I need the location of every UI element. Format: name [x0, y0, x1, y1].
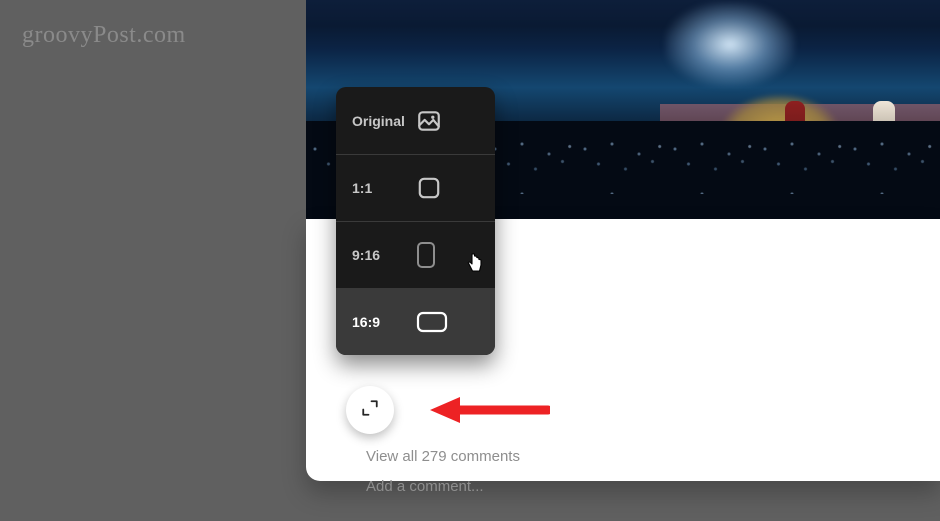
add-comment-input[interactable]: Add a comment...: [366, 478, 484, 495]
aspect-option-label: Original: [352, 113, 416, 129]
aspect-option-original[interactable]: Original: [336, 87, 495, 154]
square-icon: [416, 175, 442, 201]
aspect-ratio-menu: Original 1:1 9:16 16:9: [336, 87, 495, 355]
watermark-text: groovyPost.com: [22, 22, 186, 49]
view-all-comments-link[interactable]: View all 279 comments: [366, 448, 520, 465]
aspect-option-label: 9:16: [352, 247, 416, 263]
aspect-option-label: 16:9: [352, 314, 416, 330]
expand-icon: [361, 399, 379, 422]
annotation-arrow-icon: [430, 395, 550, 425]
aspect-option-label: 1:1: [352, 180, 416, 196]
pointer-cursor-icon: [466, 252, 484, 274]
aspect-option-16-9[interactable]: 16:9: [336, 288, 495, 355]
image-icon: [416, 108, 442, 134]
portrait-rect-icon: [416, 241, 436, 269]
crop-aspect-button[interactable]: [346, 386, 394, 434]
stage-light-glow: [665, 2, 795, 87]
aspect-option-1-1[interactable]: 1:1: [336, 154, 495, 221]
landscape-rect-icon: [416, 311, 448, 333]
